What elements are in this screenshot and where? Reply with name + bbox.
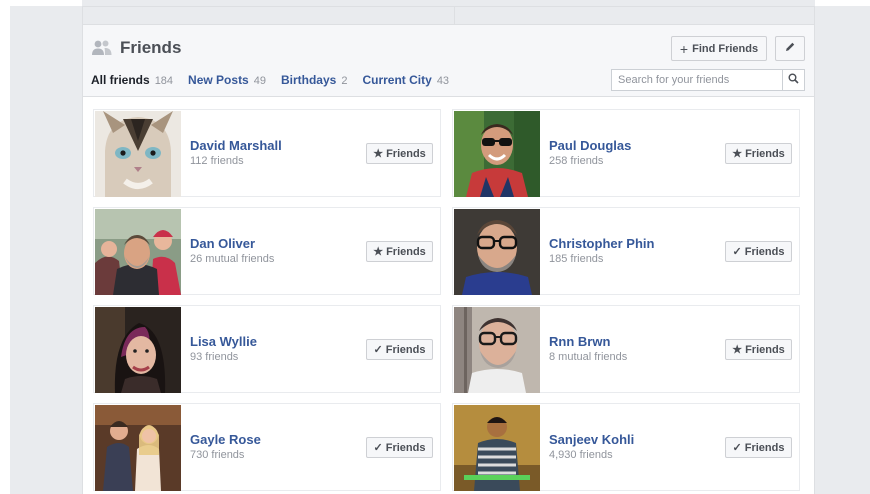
tab-count: 2 xyxy=(341,75,348,87)
friend-count: 8 mutual friends xyxy=(549,351,628,363)
friend-count: 112 friends xyxy=(190,155,244,167)
search-button[interactable] xyxy=(782,70,804,90)
friend-name[interactable]: Lisa Wyllie xyxy=(190,334,257,349)
friends-icon xyxy=(92,39,112,57)
friend-count: 26 mutual friends xyxy=(190,253,275,265)
friend-name[interactable]: Sanjeev Kohli xyxy=(549,432,634,447)
friend-name[interactable]: Paul Douglas xyxy=(549,138,631,153)
friends-button[interactable]: ✓ Friends xyxy=(366,339,433,360)
profile-photo[interactable] xyxy=(95,405,181,491)
find-friends-button[interactable]: + Find Friends xyxy=(671,36,767,61)
friend-card: Christopher Phin 185 friends ✓ Friends xyxy=(452,207,800,295)
tab-label: Birthdays xyxy=(280,73,337,87)
friends-button-label: Friends xyxy=(386,147,426,160)
profile-photo[interactable] xyxy=(454,111,540,197)
friend-count: 93 friends xyxy=(190,351,239,363)
friend-name[interactable]: Dan Oliver xyxy=(190,236,255,251)
friends-button-label: Friends xyxy=(386,245,426,258)
right-gutter xyxy=(815,6,870,494)
friend-count: 258 friends xyxy=(549,155,604,167)
friends-card: Friends + Find Friends All friends 184 N… xyxy=(82,24,815,494)
title-row: Friends xyxy=(92,38,181,58)
star-icon: ★ xyxy=(732,148,743,160)
tab-count: 49 xyxy=(253,75,266,87)
friends-button[interactable]: ★ Friends xyxy=(366,241,433,262)
friends-button-label: Friends xyxy=(385,343,426,356)
friend-card: David Marshall 112 friends ★ Friends xyxy=(93,109,441,197)
star-icon: ★ xyxy=(732,344,743,356)
friends-button-label: Friends xyxy=(385,441,426,454)
left-gutter xyxy=(10,6,82,494)
tab-new-posts[interactable]: New Posts 49 xyxy=(188,73,266,87)
tab-count: 184 xyxy=(154,75,174,87)
profile-photo[interactable] xyxy=(454,307,540,393)
tab-label: Current City xyxy=(362,73,432,87)
edit-button[interactable] xyxy=(775,36,805,61)
find-friends-label: Find Friends xyxy=(692,42,759,55)
check-icon: ✓ xyxy=(732,246,742,258)
friend-count: 730 friends xyxy=(190,449,245,461)
check-icon: ✓ xyxy=(732,442,742,454)
top-strip xyxy=(82,0,815,24)
friend-card: Rnn Brwn 8 mutual friends ★ Friends xyxy=(452,305,800,393)
friends-button[interactable]: ✓ Friends xyxy=(725,437,792,458)
tab-all-friends[interactable]: All friends 184 xyxy=(91,73,173,87)
profile-photo[interactable] xyxy=(95,209,181,295)
profile-photo[interactable] xyxy=(95,307,181,393)
profile-photo[interactable] xyxy=(454,405,540,491)
friends-button-label: Friends xyxy=(745,343,785,356)
tab-birthdays[interactable]: Birthdays 2 xyxy=(281,73,347,87)
check-icon: ✓ xyxy=(373,442,383,454)
friend-name[interactable]: David Marshall xyxy=(190,138,282,153)
pencil-icon xyxy=(784,40,796,58)
page-title: Friends xyxy=(120,38,182,57)
search-input[interactable] xyxy=(612,70,782,90)
friend-name[interactable]: Rnn Brwn xyxy=(549,334,610,349)
friends-button[interactable]: ★ Friends xyxy=(725,339,792,360)
friends-tabs: All friends 184 New Posts 49 Birthdays 2… xyxy=(91,73,464,87)
star-icon: ★ xyxy=(373,148,384,160)
friends-button[interactable]: ★ Friends xyxy=(366,143,433,164)
friends-button-label: Friends xyxy=(745,147,785,160)
friends-button[interactable]: ✓ Friends xyxy=(366,437,433,458)
friend-card: Paul Douglas 258 friends ★ Friends xyxy=(452,109,800,197)
tab-current-city[interactable]: Current City 43 xyxy=(362,73,449,87)
profile-photo[interactable] xyxy=(95,111,181,197)
friend-card: Dan Oliver 26 mutual friends ★ Friends xyxy=(93,207,441,295)
star-icon: ★ xyxy=(373,246,384,258)
friends-button[interactable]: ✓ Friends xyxy=(725,241,792,262)
tab-label: New Posts xyxy=(188,73,249,87)
page: Friends + Find Friends All friends 184 N… xyxy=(0,0,870,494)
friends-button[interactable]: ★ Friends xyxy=(725,143,792,164)
friend-search xyxy=(611,69,805,91)
friend-card: Gayle Rose 730 friends ✓ Friends xyxy=(93,403,441,491)
friends-header: Friends + Find Friends All friends 184 N… xyxy=(83,25,814,97)
search-icon xyxy=(788,71,799,89)
check-icon: ✓ xyxy=(373,344,383,356)
friend-count: 4,930 friends xyxy=(549,449,613,461)
tab-label: All friends xyxy=(91,73,150,87)
friend-name[interactable]: Gayle Rose xyxy=(190,432,261,447)
tab-count: 43 xyxy=(436,75,450,87)
friend-card: Sanjeev Kohli 4,930 friends ✓ Friends xyxy=(452,403,800,491)
plus-icon: + xyxy=(679,40,689,57)
friend-card: Lisa Wyllie 93 friends ✓ Friends xyxy=(93,305,441,393)
friends-button-label: Friends xyxy=(744,245,785,258)
friend-count: 185 friends xyxy=(549,253,604,265)
profile-photo[interactable] xyxy=(454,209,540,295)
friend-name[interactable]: Christopher Phin xyxy=(549,236,654,251)
friends-button-label: Friends xyxy=(744,441,785,454)
